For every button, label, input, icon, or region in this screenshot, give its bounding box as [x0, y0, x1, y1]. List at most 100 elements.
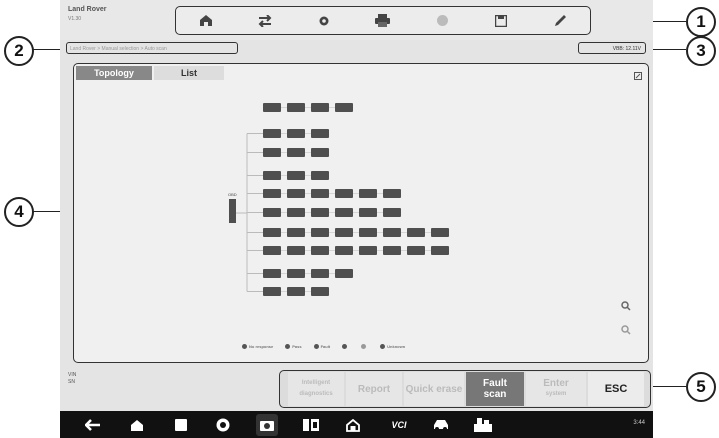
recent-apps-icon[interactable] [170, 414, 192, 436]
vehicle-title: Land Rover [68, 6, 107, 13]
gateway-module[interactable] [229, 199, 236, 223]
ecu-module[interactable] [311, 171, 329, 180]
service-icon[interactable] [472, 414, 494, 436]
enter-system-label-2: system [545, 391, 567, 397]
status-clock: 3:44 [633, 420, 645, 426]
ecu-module[interactable] [263, 287, 281, 296]
topology-diagram: OBD [228, 103, 449, 296]
ecu-module[interactable] [359, 246, 377, 255]
callout-2: 2 [4, 36, 34, 66]
tablet-screen: Land Rover V1.30 Land Rover > Manual sel… [60, 0, 653, 438]
settings-icon[interactable] [311, 11, 337, 31]
ecu-module[interactable] [263, 171, 281, 180]
ecu-module[interactable] [287, 103, 305, 112]
legend: No response Pass Fault Unknown [242, 344, 405, 349]
vehicle-info: VIN SN [68, 372, 76, 386]
ecu-module[interactable] [263, 129, 281, 138]
legend-item: Unknown [380, 344, 405, 349]
ecu-module[interactable] [287, 287, 305, 296]
toolbar [175, 6, 591, 35]
system-nav-bar: VCI 3:44 [60, 411, 653, 438]
ecu-module[interactable] [335, 103, 353, 112]
garage-icon[interactable] [342, 414, 364, 436]
vehicle-subtitle: V1.30 [68, 16, 82, 22]
tab-topology[interactable]: Topology [76, 66, 152, 80]
ecu-module[interactable] [263, 208, 281, 217]
back-icon[interactable] [82, 414, 104, 436]
ecu-module[interactable] [311, 269, 329, 278]
ecu-module[interactable] [287, 189, 305, 198]
callout-5-line [648, 386, 686, 387]
ecu-module[interactable] [431, 228, 449, 237]
car-icon[interactable] [430, 414, 452, 436]
vci-icon[interactable]: VCI [384, 414, 414, 436]
ecu-module[interactable] [263, 269, 281, 278]
screen-record-icon[interactable] [300, 414, 322, 436]
ecu-module[interactable] [263, 246, 281, 255]
ecu-module[interactable] [335, 246, 353, 255]
ecu-module[interactable] [263, 148, 281, 157]
ecu-module[interactable] [407, 246, 425, 255]
ecu-module[interactable] [263, 103, 281, 112]
ecu-module[interactable] [263, 228, 281, 237]
ecu-module[interactable] [383, 189, 401, 198]
esc-button[interactable]: ESC [588, 372, 644, 406]
tab-list[interactable]: List [154, 66, 224, 80]
ecu-module[interactable] [335, 189, 353, 198]
legend-item [342, 344, 349, 349]
ecu-module[interactable] [287, 208, 305, 217]
zoom-out-icon[interactable] [621, 322, 631, 340]
intelligent-diagnostics-button[interactable]: Intelligent diagnostics [288, 372, 344, 406]
ecu-module[interactable] [287, 246, 305, 255]
vin-label: VIN [68, 372, 77, 378]
ecu-module[interactable] [311, 246, 329, 255]
ecu-module[interactable] [311, 287, 329, 296]
print-icon[interactable] [370, 11, 396, 31]
ecu-module[interactable] [263, 189, 281, 198]
topology-panel: Topology List OBD No response Pass Fault… [73, 63, 649, 363]
ecu-module[interactable] [311, 103, 329, 112]
zoom-in-icon[interactable] [621, 298, 631, 316]
ecu-module[interactable] [359, 189, 377, 198]
quick-erase-button[interactable]: Quick erase [404, 372, 464, 406]
ecu-module[interactable] [287, 129, 305, 138]
report-button[interactable]: Report [346, 372, 402, 406]
ecu-module[interactable] [383, 246, 401, 255]
ecu-module[interactable] [407, 228, 425, 237]
swap-icon[interactable] [252, 11, 278, 31]
ecu-module[interactable] [311, 189, 329, 198]
enter-system-label-1: Enter [543, 378, 569, 389]
ecu-module[interactable] [431, 246, 449, 255]
ecu-module[interactable] [311, 129, 329, 138]
fault-scan-label-2: scan [483, 389, 507, 400]
camera-icon[interactable] [256, 414, 278, 436]
enter-system-button[interactable]: Enter system [526, 372, 586, 406]
edit-pencil-icon[interactable] [547, 11, 573, 31]
ecu-module[interactable] [311, 208, 329, 217]
ecu-module[interactable] [311, 228, 329, 237]
ecu-module[interactable] [359, 208, 377, 217]
ecu-module[interactable] [383, 228, 401, 237]
ecu-module[interactable] [335, 228, 353, 237]
ecu-module[interactable] [335, 269, 353, 278]
callout-1: 1 [686, 7, 716, 37]
ecu-module[interactable] [287, 148, 305, 157]
ecu-module[interactable] [287, 228, 305, 237]
sn-label: SN [68, 379, 75, 385]
help-icon[interactable] [429, 11, 455, 31]
ecu-module[interactable] [383, 208, 401, 217]
legend-item: No response [242, 344, 273, 349]
home-nav-icon[interactable] [126, 414, 148, 436]
ecu-module[interactable] [287, 171, 305, 180]
fault-scan-button[interactable]: Fault scan [466, 372, 524, 406]
ecu-module[interactable] [335, 208, 353, 217]
save-icon[interactable] [488, 11, 514, 31]
browser-icon[interactable] [212, 414, 234, 436]
ecu-module[interactable] [287, 269, 305, 278]
home-icon[interactable] [193, 11, 219, 31]
callout-3: 3 [686, 36, 716, 66]
ecu-module[interactable] [311, 148, 329, 157]
legend-item [361, 344, 368, 349]
breadcrumb: Land Rover > Manual selection > Auto sca… [66, 42, 238, 54]
ecu-module[interactable] [359, 228, 377, 237]
